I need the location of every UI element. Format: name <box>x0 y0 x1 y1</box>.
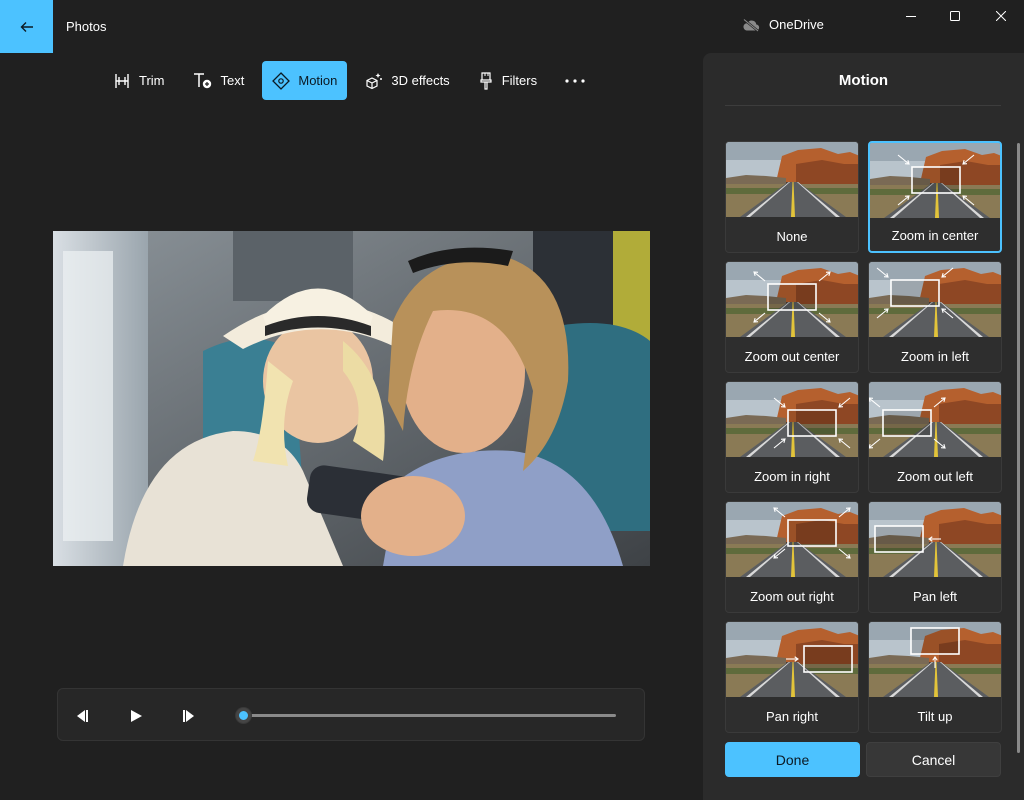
3d-effects-icon <box>366 72 383 89</box>
road-thumbnail <box>869 382 1001 457</box>
tool-3d-effects[interactable]: 3D effects <box>355 61 459 100</box>
minimize-button[interactable] <box>888 0 934 32</box>
previous-frame-icon <box>77 710 88 722</box>
maximize-icon <box>950 11 960 21</box>
video-preview <box>53 231 650 566</box>
next-frame-icon <box>183 710 194 722</box>
cloud-offline-icon <box>743 18 760 32</box>
road-thumbnail <box>869 262 1001 337</box>
back-button[interactable] <box>0 0 53 53</box>
motion-card-tilt-up[interactable]: Tilt up <box>868 621 1002 733</box>
arrow-left-icon <box>20 21 33 32</box>
road-thumbnail <box>726 382 858 457</box>
minimize-icon <box>906 16 916 17</box>
seek-slider-thumb[interactable] <box>236 708 251 723</box>
playback-bar <box>57 688 645 741</box>
tool-3d-effects-label: 3D effects <box>391 73 450 88</box>
tool-filters-label: Filters <box>501 73 538 88</box>
edit-toolbar: Trim Text Motion 3D effects Filters <box>103 61 595 100</box>
motion-card-label: Zoom out center <box>744 349 840 364</box>
cancel-button[interactable]: Cancel <box>866 742 1001 777</box>
motion-card-none[interactable]: None <box>725 141 859 253</box>
play-button[interactable] <box>125 705 147 727</box>
tool-trim-label: Trim <box>139 73 165 88</box>
close-icon <box>996 11 1006 21</box>
play-icon <box>131 710 142 722</box>
motion-card-label: None <box>776 229 808 244</box>
motion-card-pan-left[interactable]: Pan left <box>868 501 1002 613</box>
motion-card-label: Zoom in center <box>891 228 979 243</box>
tool-filters[interactable]: Filters <box>468 61 547 100</box>
road-thumbnail <box>726 262 858 337</box>
motion-card-label: Pan left <box>912 589 958 604</box>
preview-image <box>53 231 650 566</box>
motion-options-grid: None Zoom in center Zoom out center Zoom… <box>725 141 1005 777</box>
motion-card-zoom-out-left[interactable]: Zoom out left <box>868 381 1002 493</box>
next-frame-button[interactable] <box>178 705 200 727</box>
seek-track[interactable] <box>245 714 616 717</box>
filters-icon <box>480 71 492 90</box>
motion-card-label: Zoom out right <box>750 589 834 604</box>
panel-title: Motion <box>838 72 889 89</box>
motion-card-zoom-in-right[interactable]: Zoom in right <box>725 381 859 493</box>
trim-icon <box>115 73 129 88</box>
motion-icon <box>272 71 291 90</box>
motion-card-zoom-out-center[interactable]: Zoom out center <box>725 261 859 373</box>
motion-card-zoom-out-right[interactable]: Zoom out right <box>725 501 859 613</box>
more-icon <box>565 78 585 83</box>
motion-card-label: Zoom in left <box>901 349 969 364</box>
motion-card-label: Zoom in right <box>754 469 830 484</box>
road-thumbnail <box>726 502 858 577</box>
panel-scrollbar[interactable] <box>1017 143 1020 753</box>
road-thumbnail <box>726 622 858 697</box>
tool-motion-label: Motion <box>298 73 338 88</box>
tool-motion[interactable]: Motion <box>262 61 348 100</box>
onedrive-status[interactable]: OneDrive <box>742 17 824 32</box>
tool-trim[interactable]: Trim <box>103 61 175 100</box>
maximize-button[interactable] <box>932 0 978 32</box>
tool-text-label: Text <box>220 73 245 88</box>
previous-frame-button[interactable] <box>71 705 93 727</box>
motion-panel: Motion None Zoom in center Zoom out cent… <box>703 53 1024 800</box>
motion-card-pan-right[interactable]: Pan right <box>725 621 859 733</box>
road-thumbnail <box>869 502 1001 577</box>
road-thumbnail <box>726 142 858 217</box>
motion-card-label: Pan right <box>765 709 819 724</box>
motion-card-label: Zoom out left <box>897 469 973 484</box>
panel-divider <box>725 105 1001 106</box>
tool-text[interactable]: Text <box>183 61 255 100</box>
road-thumbnail <box>869 622 1001 697</box>
more-options-button[interactable] <box>555 61 595 100</box>
text-icon <box>193 72 211 88</box>
done-button[interactable]: Done <box>725 742 860 777</box>
app-title: Photos <box>66 19 107 34</box>
close-button[interactable] <box>978 0 1024 32</box>
motion-card-zoom-in-left[interactable]: Zoom in left <box>868 261 1002 373</box>
road-thumbnail <box>870 143 1000 218</box>
motion-card-label: Tilt up <box>917 709 953 724</box>
motion-card-zoom-in-center[interactable]: Zoom in center <box>868 141 1002 253</box>
onedrive-label: OneDrive <box>769 17 824 32</box>
